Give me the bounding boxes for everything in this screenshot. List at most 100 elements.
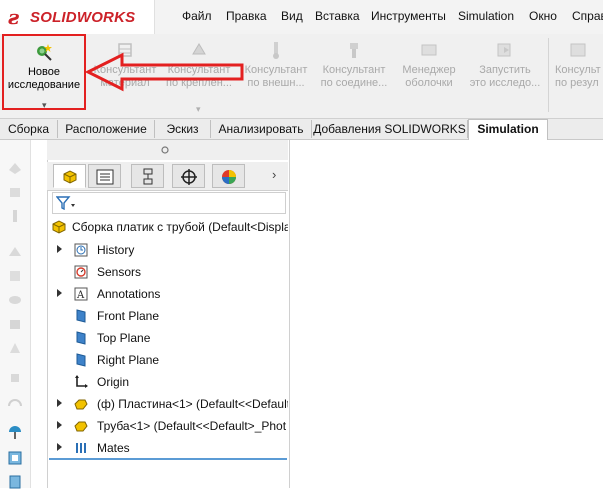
propertymanager-tab[interactable] bbox=[88, 164, 121, 188]
plane-icon bbox=[76, 353, 86, 367]
expand-arrow-icon[interactable] bbox=[57, 245, 62, 253]
menu-window[interactable]: Окно bbox=[529, 9, 557, 23]
tab-simulation[interactable]: Simulation bbox=[468, 119, 548, 140]
mates-icon bbox=[76, 443, 86, 453]
tree-item[interactable]: Origin bbox=[47, 371, 288, 393]
tree-item[interactable]: Right Plane bbox=[47, 349, 288, 371]
connections-advisor-button[interactable]: Консультант по соедине... bbox=[316, 34, 392, 118]
command-tabs: Сборка Расположение Эскиз Анализировать … bbox=[0, 119, 603, 140]
featuremanager-tab[interactable] bbox=[53, 164, 86, 188]
tree-end-marker bbox=[49, 458, 287, 460]
tree-root-assembly[interactable]: Сборка платик с трубой (Default<Display bbox=[47, 216, 288, 238]
tree-item[interactable]: Front Plane bbox=[47, 305, 288, 327]
results-advisor-label: Консульт по резул bbox=[555, 64, 601, 89]
external-loads-label: Консультант по внешн... bbox=[244, 64, 308, 89]
logo-mark-icon: ƨ bbox=[8, 5, 20, 29]
collapse-grip-icon[interactable] bbox=[160, 145, 170, 155]
run-study-label: Запустить это исследо... bbox=[469, 64, 541, 89]
logo-text: SOLIDWORKS bbox=[30, 9, 136, 26]
tab-assembly[interactable]: Сборка bbox=[0, 120, 58, 138]
menu-file[interactable]: Файл bbox=[182, 9, 212, 23]
new-study-dropdown-icon[interactable]: ▾ bbox=[42, 100, 47, 111]
property-list-icon bbox=[96, 169, 114, 185]
expand-arrow-icon[interactable] bbox=[57, 289, 62, 297]
expand-arrow-icon[interactable] bbox=[57, 443, 62, 451]
tree-item-label: History bbox=[97, 243, 135, 257]
tree-item-label: (ф) Пластина<1> (Default<<Default bbox=[97, 397, 288, 411]
tree-item[interactable]: Mates bbox=[47, 437, 288, 459]
tool-icon-6[interactable] bbox=[7, 292, 23, 308]
configurationmanager-tab[interactable] bbox=[131, 164, 164, 188]
tree-item[interactable]: Sensors bbox=[47, 261, 288, 283]
appearance-pie-icon bbox=[222, 170, 236, 184]
filter-icon[interactable] bbox=[56, 196, 76, 210]
svg-text:A: A bbox=[76, 290, 85, 301]
run-study-button[interactable]: Запустить это исследо... bbox=[466, 34, 544, 118]
panel-grip[interactable] bbox=[47, 140, 288, 160]
tool-icon-9[interactable] bbox=[7, 370, 23, 386]
assembly-icon bbox=[52, 220, 66, 234]
tree-item-label: Right Plane bbox=[97, 353, 160, 367]
part-icon bbox=[74, 399, 88, 410]
umbrella-tool-icon[interactable] bbox=[7, 424, 23, 440]
tool-icon-10[interactable] bbox=[7, 398, 23, 414]
results-tool-icon[interactable] bbox=[7, 450, 23, 466]
annotation-arrow bbox=[86, 52, 244, 92]
menu-edit[interactable]: Правка bbox=[226, 9, 267, 23]
results-advisor-icon bbox=[570, 43, 585, 57]
new-study-button[interactable]: Новое исследование ▾ bbox=[2, 34, 86, 110]
tab-evaluate[interactable]: Анализировать bbox=[211, 120, 312, 138]
expand-arrow-icon[interactable] bbox=[57, 421, 62, 429]
tabs-scroll-right-icon[interactable]: › bbox=[272, 167, 276, 182]
tree-item-label: Mates bbox=[97, 441, 130, 455]
featuremanager-tree-icon bbox=[63, 170, 77, 184]
sensors-icon bbox=[74, 265, 88, 279]
tab-layout[interactable]: Расположение bbox=[58, 120, 155, 138]
menu-tools[interactable]: Инструменты bbox=[371, 9, 446, 23]
plane-icon bbox=[76, 309, 86, 323]
results-advisor-button[interactable]: Консульт по резул bbox=[552, 34, 603, 118]
expand-arrow-icon[interactable] bbox=[57, 399, 62, 407]
tree-item-label: Труба<1> (Default<<Default>_Phot bbox=[97, 419, 287, 433]
tree-item-label: Top Plane bbox=[97, 331, 151, 345]
tree-item-label: Front Plane bbox=[97, 309, 160, 323]
connections-advisor-icon bbox=[350, 43, 358, 58]
external-loads-icon bbox=[273, 42, 279, 59]
menu-simulation[interactable]: Simulation bbox=[458, 9, 514, 23]
ribbon-separator bbox=[548, 38, 549, 112]
annotations-icon: A bbox=[74, 287, 88, 301]
external-loads-advisor-button[interactable]: Консультант по внешн... bbox=[240, 34, 312, 118]
tab-solidworks-addins[interactable]: Добавления SOLIDWORKS bbox=[312, 120, 468, 138]
tree-item[interactable]: A Annotations bbox=[47, 283, 288, 305]
solidworks-logo[interactable]: ƨ SOLIDWORKS bbox=[0, 0, 155, 34]
tree-item[interactable]: Труба<1> (Default<<Default>_Phot bbox=[47, 415, 288, 437]
tree-item-label: Origin bbox=[97, 375, 130, 389]
fixtures-dropdown-icon[interactable]: ▾ bbox=[196, 104, 201, 115]
tool-icon-1[interactable] bbox=[7, 160, 23, 176]
dimxpert-tab[interactable] bbox=[172, 164, 205, 188]
tree-item[interactable]: History bbox=[47, 239, 288, 261]
menu-help[interactable]: Справ bbox=[572, 9, 603, 23]
menu-view[interactable]: Вид bbox=[281, 9, 303, 23]
tool-icon-4[interactable] bbox=[7, 244, 23, 260]
origin-icon bbox=[75, 375, 88, 388]
tool-icon-8[interactable] bbox=[7, 340, 23, 356]
plane-icon bbox=[76, 331, 86, 345]
new-study-label: Новое исследование bbox=[7, 66, 81, 91]
tool-icon-5[interactable] bbox=[7, 268, 23, 284]
tool-icon-3[interactable] bbox=[7, 208, 23, 224]
tool-icon-7[interactable] bbox=[7, 316, 23, 332]
shell-manager-icon bbox=[421, 44, 437, 56]
crosshair-icon bbox=[181, 169, 197, 185]
shell-manager-label: Менеджер оболочки bbox=[402, 64, 456, 89]
tree-item[interactable]: Top Plane bbox=[47, 327, 288, 349]
tree-item[interactable]: (ф) Пластина<1> (Default<<Default bbox=[47, 393, 288, 415]
tree-item-label: Annotations bbox=[97, 287, 161, 301]
menu-insert[interactable]: Вставка bbox=[315, 9, 360, 23]
new-study-icon bbox=[37, 44, 52, 61]
tool-icon-2[interactable] bbox=[7, 184, 23, 200]
tab-sketch[interactable]: Эскиз bbox=[155, 120, 211, 138]
filter-bar[interactable] bbox=[52, 192, 286, 214]
shell-manager-button[interactable]: Менеджер оболочки bbox=[394, 34, 464, 118]
display-manager-tab[interactable] bbox=[212, 164, 245, 188]
